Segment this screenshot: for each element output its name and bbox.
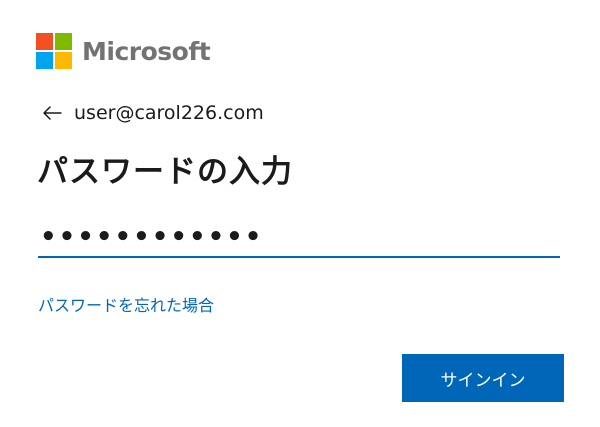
- arrow-left-icon[interactable]: [40, 101, 64, 125]
- logo-square-blue: [36, 52, 53, 69]
- identity-banner: user@carol226.com: [40, 100, 264, 126]
- forgot-password-link[interactable]: パスワードを忘れた場合: [38, 292, 214, 316]
- brand-name: Microsoft: [82, 36, 211, 66]
- signin-button[interactable]: サインイン: [402, 354, 564, 402]
- brand-header: Microsoft: [36, 33, 211, 69]
- password-field[interactable]: [38, 218, 560, 258]
- page-title: パスワードの入力: [37, 154, 293, 190]
- logo-square-green: [55, 33, 72, 50]
- logo-square-yellow: [55, 52, 72, 69]
- logo-square-red: [36, 33, 53, 50]
- microsoft-logo-icon: [36, 33, 72, 69]
- identity-email: user@carol226.com: [74, 102, 264, 124]
